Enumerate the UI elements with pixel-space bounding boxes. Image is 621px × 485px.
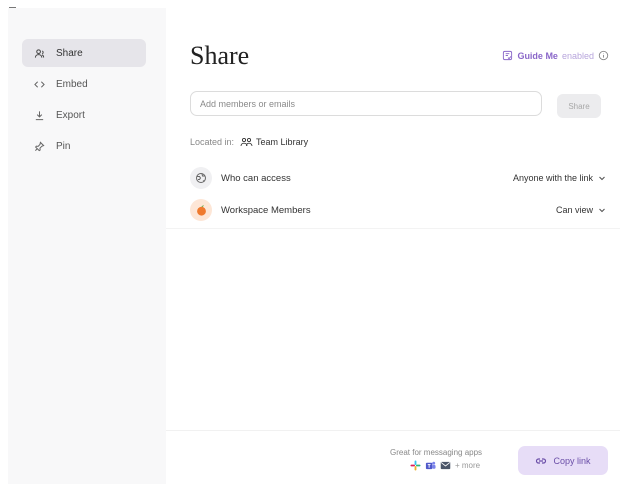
- chevron-down-icon: [599, 176, 605, 181]
- workspace-permission-dropdown[interactable]: Can view: [556, 205, 606, 215]
- download-icon: [22, 110, 56, 121]
- messaging-caption: Great for messaging apps: [390, 448, 483, 457]
- more-apps-label: + more: [455, 461, 481, 470]
- team-library-label: Team Library: [256, 137, 309, 147]
- copy-link-button[interactable]: Copy link: [518, 446, 608, 475]
- slack-icon: [410, 460, 421, 471]
- code-icon: [22, 79, 56, 90]
- guide-icon: [503, 50, 513, 61]
- messaging-apps: + more: [410, 460, 480, 471]
- sidebar-item-label: Embed: [56, 78, 88, 90]
- access-row-workspace: Workspace Members Can view: [190, 197, 606, 223]
- access-row-label: Workspace Members: [221, 204, 311, 216]
- link-access-value: Anyone with the link: [512, 173, 593, 183]
- team-library-link[interactable]: Team Library: [240, 137, 308, 147]
- globe-icon: [190, 167, 212, 189]
- access-row-label: Who can access: [221, 172, 291, 184]
- link-access-dropdown[interactable]: Anyone with the link: [513, 173, 606, 183]
- share-button[interactable]: Share: [557, 94, 601, 118]
- sidebar-item-label: Share: [56, 47, 83, 59]
- info-icon[interactable]: [598, 50, 609, 61]
- users-icon: [22, 48, 56, 59]
- teams-icon: [425, 461, 436, 470]
- workspace-permission-value: Can view: [555, 205, 593, 215]
- guide-label: Guide Me: [517, 50, 558, 61]
- sidebar-item-share[interactable]: Share: [22, 39, 146, 67]
- access-row-link: Who can access Anyone with the link: [190, 165, 606, 191]
- sidebar-item-export[interactable]: Export: [22, 101, 146, 129]
- invite-members-input[interactable]: [190, 91, 542, 116]
- workspace-avatar: [190, 199, 212, 221]
- sidebar-item-embed[interactable]: Embed: [22, 70, 146, 98]
- copy-link-label: Copy link: [553, 455, 591, 466]
- email-icon: [440, 461, 451, 470]
- guide-me-toggle[interactable]: Guide Me enabled: [502, 50, 609, 61]
- guide-state: enabled: [561, 50, 594, 61]
- sidebar-item-label: Pin: [56, 140, 71, 152]
- sidebar-item-pin[interactable]: Pin: [22, 132, 146, 160]
- page-title: Share: [190, 41, 250, 70]
- located-label: Located in:: [190, 137, 235, 147]
- chevron-down-icon: [599, 208, 605, 213]
- sidebar-item-label: Export: [56, 109, 85, 121]
- section-divider: [166, 228, 620, 229]
- location-info: Located in: Team Library: [190, 137, 308, 147]
- link-icon: [536, 457, 547, 464]
- team-icon: [240, 137, 253, 147]
- pin-icon: [22, 140, 56, 152]
